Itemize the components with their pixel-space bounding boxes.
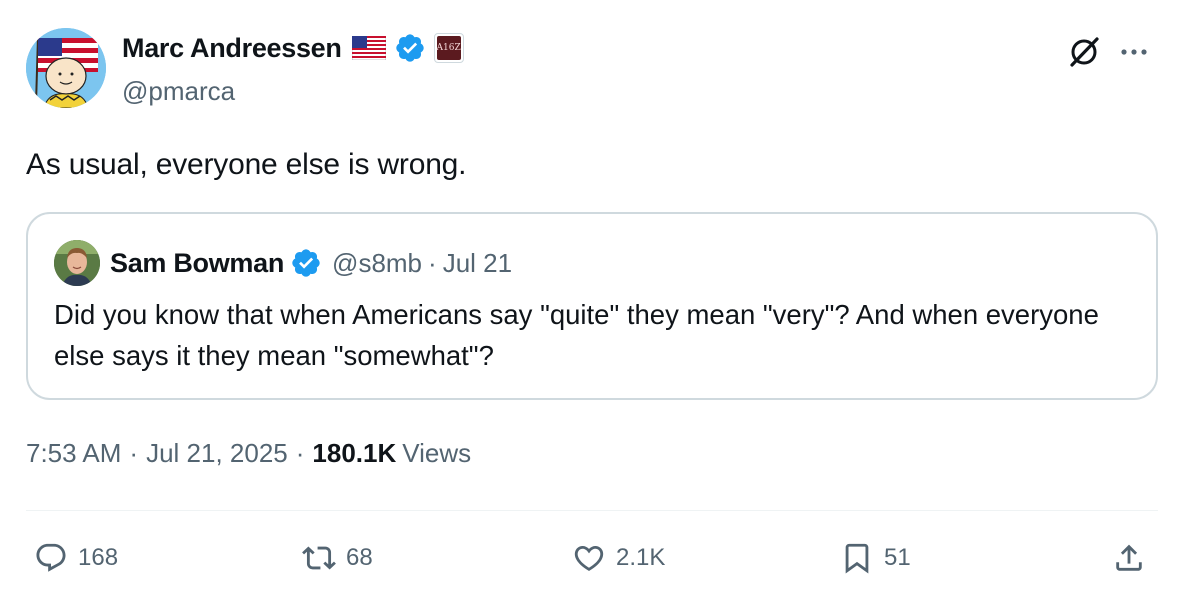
tweet-time[interactable]: 7:53 AM (26, 438, 121, 469)
author-names: Marc Andreessen A16Z @pmarca (122, 30, 464, 107)
like-icon (574, 545, 604, 571)
repost-button[interactable]: 68 (302, 532, 373, 584)
more-icon (1121, 49, 1147, 55)
author-avatar[interactable] (26, 28, 106, 108)
tweet-text: As usual, everyone else is wrong. (26, 148, 467, 181)
tweet-header: Marc Andreessen A16Z @pmarca (26, 26, 1158, 110)
us-flag-icon (351, 36, 386, 60)
views-count[interactable]: 180.1K (312, 438, 396, 469)
quoted-date[interactable]: Jul 21 (443, 248, 512, 279)
author-display-name[interactable]: Marc Andreessen (122, 33, 342, 64)
reply-button[interactable]: 168 (34, 532, 118, 584)
divider (26, 510, 1158, 511)
quoted-tweet[interactable]: Sam Bowman @s8mb · Jul 21 Did you know t… (26, 212, 1158, 400)
avatar-image (26, 28, 106, 108)
share-icon (1116, 544, 1142, 571)
grok-icon (1070, 37, 1099, 67)
verified-badge-icon[interactable] (394, 32, 426, 64)
quoted-author-handle[interactable]: @s8mb (332, 248, 422, 279)
tweet-date[interactable]: Jul 21, 2025 (146, 438, 288, 469)
repost-count: 68 (346, 544, 373, 571)
quoted-avatar-image (54, 240, 100, 286)
quoted-author-display-name[interactable]: Sam Bowman (110, 248, 284, 279)
tweet-meta: 7:53 AM · Jul 21, 2025 · 180.1K Views (26, 438, 471, 469)
quoted-separator: · (428, 247, 437, 278)
bookmark-button[interactable]: 51 (840, 532, 911, 584)
bookmark-count: 51 (884, 544, 911, 571)
affiliate-badge[interactable]: A16Z (433, 33, 464, 63)
like-button[interactable]: 2.1K (572, 532, 665, 584)
author-name-row: Marc Andreessen A16Z (122, 30, 464, 66)
views-label: Views (402, 438, 472, 468)
author-handle[interactable]: @pmarca (122, 76, 464, 107)
reply-icon (36, 543, 66, 572)
repost-icon (302, 546, 336, 570)
verified-badge-icon[interactable] (290, 247, 322, 279)
quoted-tweet-text: Did you know that when Americans say "qu… (54, 299, 1099, 371)
quoted-tweet-header: Sam Bowman @s8mb · Jul 21 (54, 239, 512, 287)
meta-separator: · (295, 438, 305, 468)
bookmark-icon (845, 543, 869, 574)
more-button[interactable] (1116, 34, 1152, 70)
affiliate-logo: A16Z (437, 36, 461, 60)
reply-count: 168 (78, 544, 119, 571)
action-bar: 168 68 2.1K 51 (26, 532, 1158, 584)
share-button[interactable] (1112, 532, 1146, 584)
meta-separator: · (129, 438, 139, 468)
quoted-author-avatar[interactable] (54, 240, 100, 286)
like-count: 2.1K (616, 544, 666, 571)
grok-button[interactable] (1066, 34, 1102, 70)
